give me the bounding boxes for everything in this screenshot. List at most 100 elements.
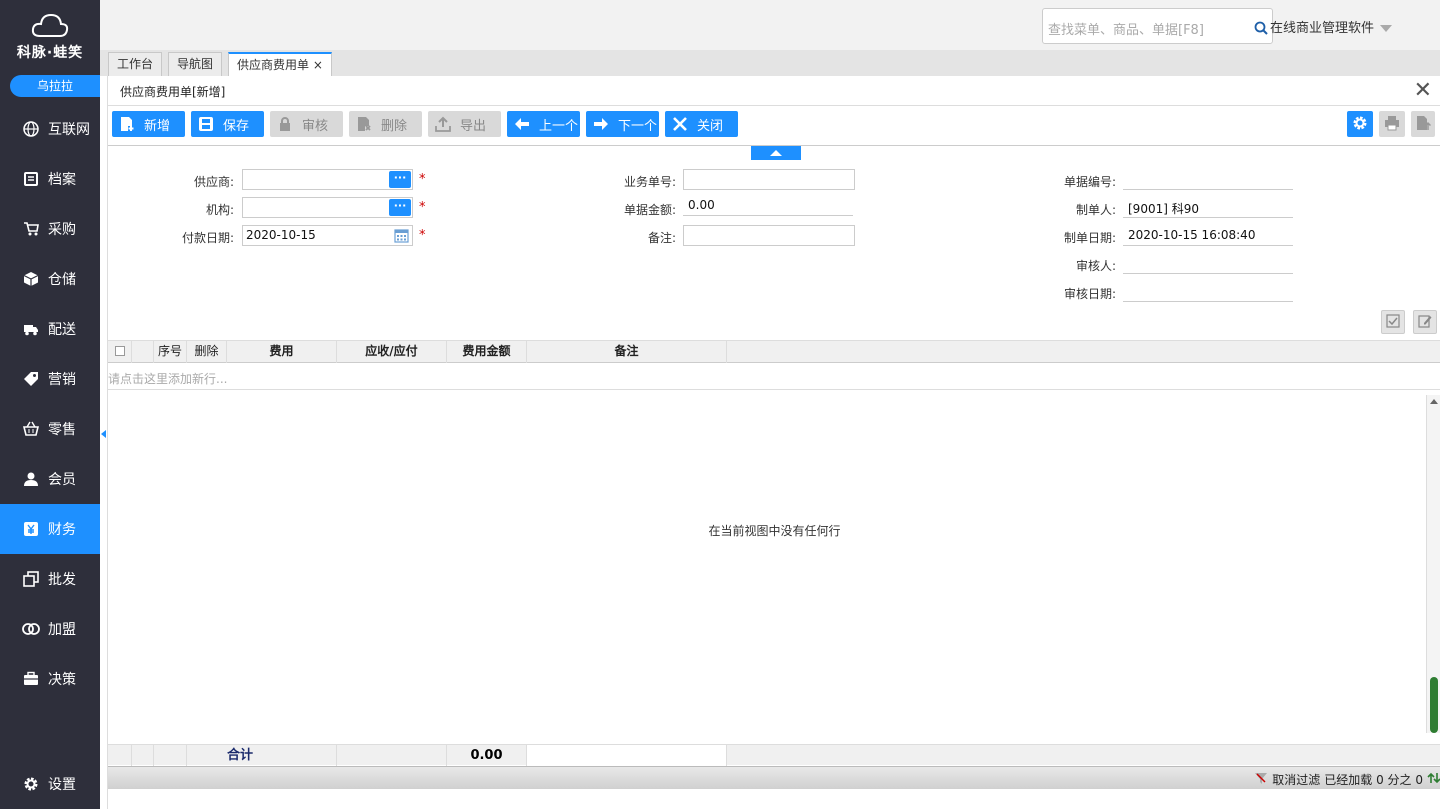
next-button[interactable]: 下一个 bbox=[586, 111, 659, 137]
nav-item-retail[interactable]: 零售 bbox=[0, 404, 100, 454]
toolbar: 新增 保存 审核 删除 导出 上一个 下一个 关闭 bbox=[108, 110, 1440, 140]
grid-col-amount[interactable]: 费用金额 bbox=[447, 341, 527, 363]
tab-label: 工作台 bbox=[117, 57, 154, 71]
edit-button[interactable] bbox=[1413, 310, 1437, 334]
nav-item-decision[interactable]: 决策 bbox=[0, 654, 100, 704]
remark-label: 备注: bbox=[647, 231, 676, 245]
amount-label: 单据金额: bbox=[623, 203, 676, 217]
rings-icon bbox=[22, 620, 40, 638]
arrow-right-icon bbox=[592, 115, 610, 133]
audit-button[interactable]: 审核 bbox=[270, 111, 343, 137]
sidebar-collapse-handle[interactable] bbox=[100, 420, 107, 450]
app-name-menu[interactable]: 在线商业管理软件 bbox=[1270, 17, 1393, 36]
prev-label: 上一个 bbox=[539, 118, 579, 134]
print-icon bbox=[1384, 115, 1400, 134]
nav-item-wholesale[interactable]: 批发 bbox=[0, 554, 100, 604]
remark-field[interactable] bbox=[683, 225, 855, 246]
briefcase-icon bbox=[22, 670, 40, 688]
cancel-filter-link[interactable]: 取消过滤 bbox=[1272, 771, 1320, 788]
grid-col-remark[interactable]: 备注 bbox=[527, 341, 727, 363]
delete-file-icon bbox=[355, 115, 373, 133]
clear-filter-icon[interactable] bbox=[1254, 771, 1268, 788]
brand-name: 科脉·蛙笑 bbox=[16, 45, 84, 61]
save-button[interactable]: 保存 bbox=[191, 111, 264, 137]
nav-item-member[interactable]: 会员 bbox=[0, 454, 100, 504]
nav-item-delivery[interactable]: 配送 bbox=[0, 304, 100, 354]
audit-date-value bbox=[1123, 281, 1293, 302]
nav-item-finance[interactable]: 财务 bbox=[0, 504, 100, 554]
footer-total-amount: 0.00 bbox=[447, 745, 527, 766]
tab-navigation-map[interactable]: 导航图 bbox=[168, 52, 223, 76]
export-button[interactable]: 导出 bbox=[428, 111, 501, 137]
org-lookup-button[interactable]: ··· bbox=[389, 199, 411, 216]
select-all-checkbox[interactable] bbox=[108, 341, 132, 363]
tab-close-icon[interactable]: × bbox=[313, 58, 323, 72]
vertical-scrollbar[interactable] bbox=[1426, 395, 1440, 733]
nav-item-marketing[interactable]: 营销 bbox=[0, 354, 100, 404]
export-file-button[interactable] bbox=[1411, 111, 1435, 137]
settings-gear-button[interactable] bbox=[1347, 111, 1373, 137]
collapse-form-button[interactable] bbox=[751, 146, 801, 160]
grid-col-expense[interactable]: 费用 bbox=[227, 341, 337, 363]
search-icon[interactable] bbox=[1254, 21, 1268, 39]
edit-icon bbox=[1418, 314, 1432, 331]
doc-no-value bbox=[1123, 169, 1293, 190]
check-all-button[interactable] bbox=[1381, 310, 1405, 334]
tab-supplier-expense[interactable]: 供应商费用单 × bbox=[228, 52, 332, 76]
org-label: 机构: bbox=[205, 203, 234, 217]
org-field[interactable]: ··· bbox=[242, 197, 413, 218]
document-panel: 供应商费用单[新增] ✕ 新增 保存 审核 删除 导出 上一个 下一个 关闭 供… bbox=[107, 76, 1440, 809]
scroll-up-arrow-icon[interactable] bbox=[1430, 399, 1438, 404]
tab-workbench[interactable]: 工作台 bbox=[108, 52, 163, 76]
nav-item-internet[interactable]: 互联网 bbox=[0, 104, 100, 154]
print-button[interactable] bbox=[1379, 111, 1405, 137]
nav-item-franchise[interactable]: 加盟 bbox=[0, 604, 100, 654]
nav-label: 加盟 bbox=[48, 622, 76, 638]
close-label: 关闭 bbox=[697, 118, 724, 134]
grid-col-seq[interactable]: 序号 bbox=[154, 341, 187, 363]
nav-label: 配送 bbox=[48, 322, 76, 338]
nav-item-purchase[interactable]: 采购 bbox=[0, 204, 100, 254]
nav-item-archive[interactable]: 档案 bbox=[0, 154, 100, 204]
nav-item-settings[interactable]: 设置 bbox=[0, 759, 100, 809]
tab-label: 导航图 bbox=[177, 57, 214, 71]
nav-label: 仓储 bbox=[48, 272, 76, 288]
create-date-label: 制单日期: bbox=[1063, 231, 1116, 245]
next-label: 下一个 bbox=[618, 118, 658, 134]
nav-label: 批发 bbox=[48, 572, 76, 588]
nav-label: 会员 bbox=[48, 472, 76, 488]
close-button[interactable]: 关闭 bbox=[665, 111, 738, 137]
supplier-field[interactable]: ··· bbox=[242, 169, 413, 190]
required-mark: * bbox=[419, 200, 426, 215]
gear-icon bbox=[22, 775, 40, 793]
checkbox-icon bbox=[1386, 313, 1400, 331]
add-row-hint[interactable]: 请点击这里添加新行... bbox=[108, 366, 1440, 390]
scroll-thumb[interactable] bbox=[1430, 677, 1438, 733]
prev-button[interactable]: 上一个 bbox=[507, 111, 580, 137]
biz-no-field[interactable] bbox=[683, 169, 855, 190]
grid-col-receivable-payable[interactable]: 应收/应付 bbox=[337, 341, 447, 363]
user-badge[interactable]: 乌拉拉 bbox=[10, 75, 100, 97]
calendar-icon[interactable] bbox=[394, 228, 409, 246]
pay-date-field[interactable]: 2020-10-15 bbox=[242, 225, 413, 246]
footer-cell bbox=[337, 745, 447, 766]
pay-date-label: 付款日期: bbox=[181, 231, 234, 245]
save-icon bbox=[197, 115, 215, 133]
grid-col-blank bbox=[132, 341, 154, 363]
delete-label: 删除 bbox=[381, 118, 408, 134]
arrow-left-icon bbox=[513, 115, 531, 133]
search-input[interactable]: 查找菜单、商品、单据[F8] bbox=[1042, 8, 1273, 44]
file-icon bbox=[22, 170, 40, 188]
empty-grid-message: 在当前视图中没有任何行 bbox=[708, 524, 841, 538]
footer-cell bbox=[108, 745, 132, 766]
supplier-lookup-button[interactable]: ··· bbox=[389, 171, 411, 188]
delete-button[interactable]: 删除 bbox=[349, 111, 422, 137]
close-icon[interactable]: ✕ bbox=[1414, 80, 1432, 102]
app-name: 在线商业管理软件 bbox=[1270, 21, 1375, 36]
refresh-arrows-icon[interactable] bbox=[1427, 771, 1440, 788]
grid-col-delete[interactable]: 删除 bbox=[187, 341, 227, 363]
upload-icon bbox=[434, 115, 452, 133]
required-mark: * bbox=[419, 172, 426, 187]
new-button[interactable]: 新增 bbox=[112, 111, 185, 137]
nav-item-storage[interactable]: 仓储 bbox=[0, 254, 100, 304]
